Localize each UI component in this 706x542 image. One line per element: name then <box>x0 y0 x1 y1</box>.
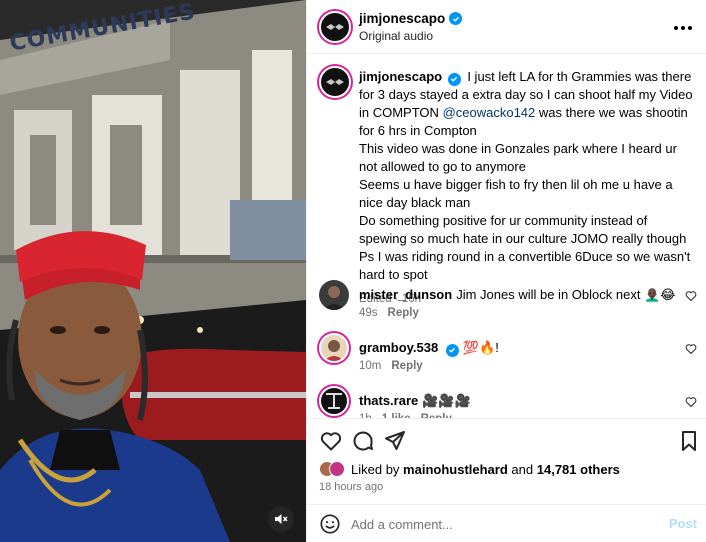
comment-avatar[interactable] <box>319 280 349 310</box>
more-horizontal-icon <box>674 26 678 30</box>
verified-badge-icon <box>447 72 461 86</box>
caption-avatar[interactable] <box>319 66 351 98</box>
heart-icon[interactable] <box>685 290 697 302</box>
post-header: jimjonescapo Original audio <box>307 0 706 54</box>
comment-time: 10m <box>359 360 382 372</box>
comment-composer: Post <box>307 504 706 542</box>
caption-username[interactable]: jimjonescapo <box>359 69 442 84</box>
caption-line: Ps I was riding round in a convertible 6… <box>359 249 691 282</box>
mute-button[interactable] <box>268 506 294 532</box>
heart-icon[interactable] <box>685 396 697 408</box>
reply-button[interactable]: Reply <box>388 307 419 319</box>
comment-username[interactable]: thats.rare <box>359 393 418 408</box>
comment-text: 💯🔥! <box>462 340 499 355</box>
likes-summary: Liked by mainohustlehard and 14,781 othe… <box>319 461 620 477</box>
caption: jimjonescapo I just left LA for th Gramm… <box>307 54 706 305</box>
post-panel: jimjonescapo Original audio jimjonescapo… <box>306 0 706 542</box>
brand-logo-icon <box>326 79 344 85</box>
comment-text: Jim Jones will be in Oblock next 👨🏿‍🦲😂 <box>456 287 676 302</box>
bookmark-icon[interactable] <box>677 429 701 453</box>
paper-plane-icon[interactable] <box>383 429 407 453</box>
emoji-smile-icon[interactable] <box>319 513 341 535</box>
heart-icon[interactable] <box>319 429 343 453</box>
more-options-button[interactable] <box>671 18 695 38</box>
verified-badge-icon <box>449 12 463 25</box>
speaker-muted-icon <box>275 514 288 524</box>
comment-icon[interactable] <box>351 429 375 453</box>
liker-avatars[interactable] <box>319 461 345 477</box>
comment-input[interactable] <box>351 514 651 534</box>
likes-count[interactable]: 14,781 others <box>537 462 620 477</box>
author-username[interactable]: jimjonescapo <box>359 11 445 26</box>
caption-line: Do something positive for ur community i… <box>359 213 687 246</box>
author-username-row[interactable]: jimjonescapo <box>359 11 463 26</box>
liked-by-and: and <box>511 461 534 477</box>
video-frame-illustration <box>0 0 306 542</box>
comment-avatar[interactable] <box>319 333 349 363</box>
comment-avatar[interactable] <box>319 386 349 416</box>
post-comment-button[interactable]: Post <box>669 516 697 531</box>
brand-logo-icon <box>326 24 344 30</box>
caption-mention-link[interactable]: @ceowacko142 <box>443 105 536 120</box>
comment-time: 49s <box>359 307 378 319</box>
post-timestamp[interactable]: 18 hours ago <box>319 481 383 493</box>
liked-by-prefix: Liked by <box>351 461 400 477</box>
caption-text: jimjonescapo I just left LA for th Gramm… <box>359 68 695 308</box>
post-video[interactable]: COMMUNITIES <box>0 0 306 542</box>
reply-button[interactable]: Reply <box>391 360 422 372</box>
caption-line: Seems u have bigger fish to fry then lil… <box>359 177 673 210</box>
heart-icon[interactable] <box>685 343 697 355</box>
caption-line: This video was done in Gonzales park whe… <box>359 141 677 174</box>
liked-by-user[interactable]: mainohustlehard <box>403 462 508 477</box>
comment-username[interactable]: gramboy.538 <box>359 340 438 355</box>
author-avatar[interactable] <box>319 11 351 43</box>
comment-text: 🎥🎥🎥 <box>422 393 471 408</box>
comment-username[interactable]: mister_dunson <box>359 287 452 302</box>
audio-label[interactable]: Original audio <box>359 29 433 43</box>
verified-badge-icon <box>445 343 459 357</box>
